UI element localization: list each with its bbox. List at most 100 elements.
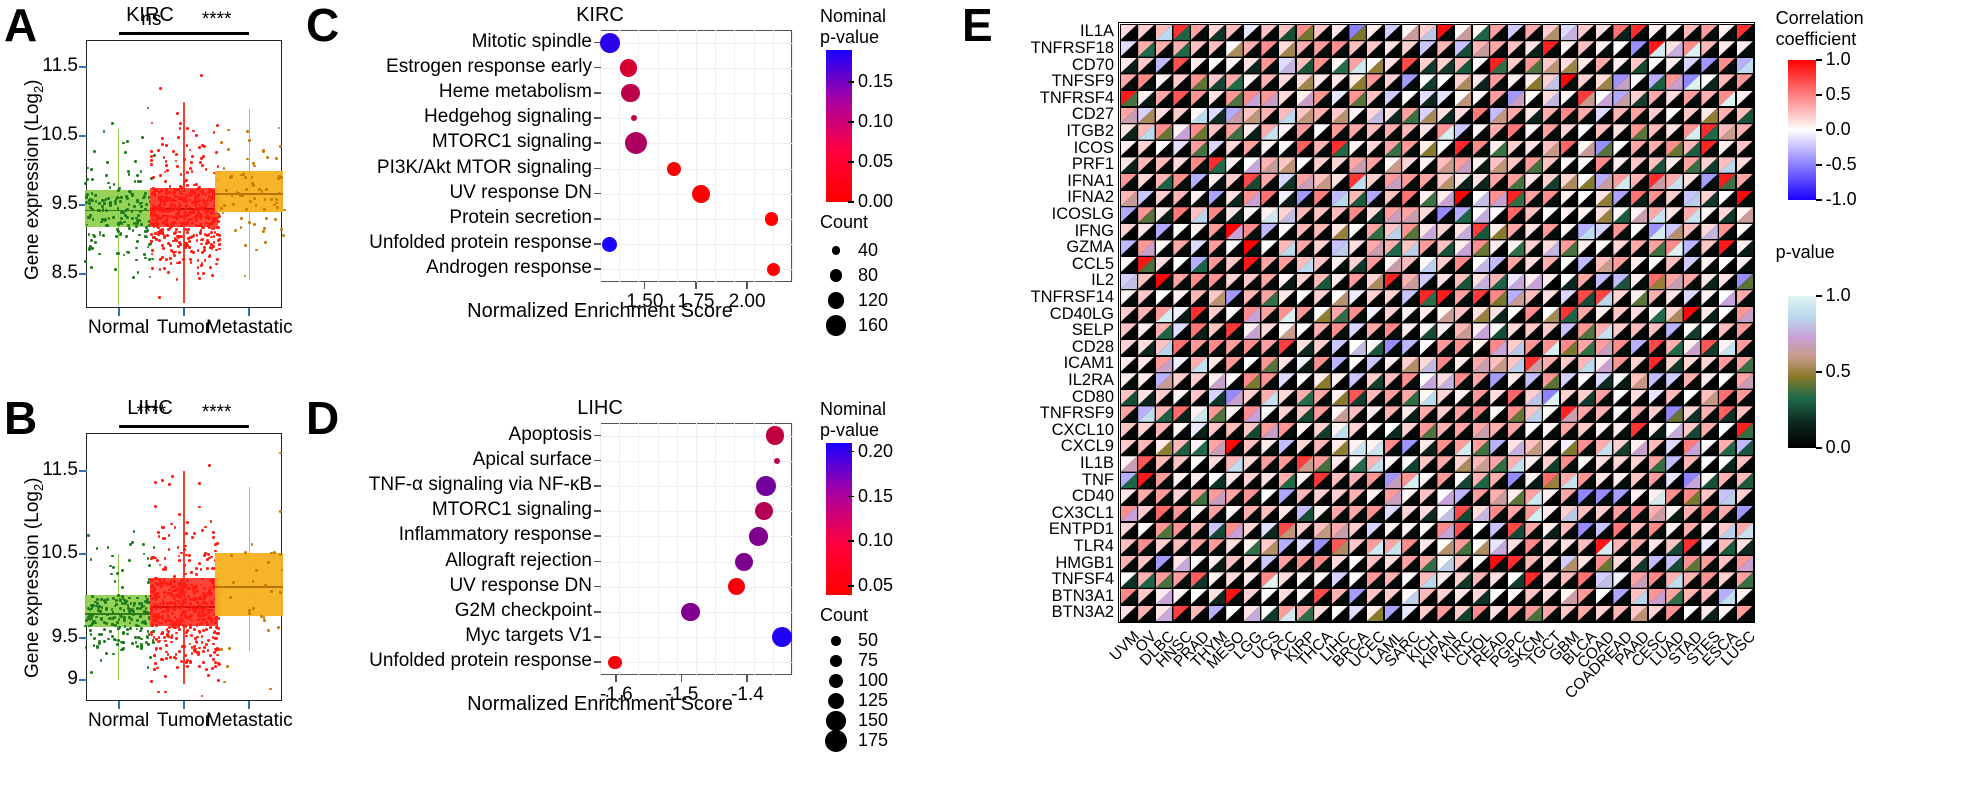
heatmap-cell[interactable] [1314, 25, 1330, 40]
heatmap-cell[interactable] [1332, 323, 1348, 338]
heatmap-cell[interactable] [1420, 124, 1436, 139]
heatmap-cell[interactable] [1455, 473, 1471, 488]
heatmap-cell[interactable] [1684, 174, 1700, 189]
heatmap-cell[interactable] [1314, 290, 1330, 305]
heatmap-cell[interactable] [1508, 91, 1524, 106]
heatmap-cell[interactable] [1473, 174, 1489, 189]
heatmap-cell[interactable] [1455, 191, 1471, 206]
heatmap-cell[interactable] [1121, 141, 1137, 156]
heatmap-cell[interactable] [1508, 257, 1524, 272]
heatmap-cell[interactable] [1490, 257, 1506, 272]
heatmap-cell[interactable] [1543, 58, 1559, 73]
heatmap-cell[interactable] [1701, 240, 1717, 255]
heatmap-cell[interactable] [1191, 373, 1207, 388]
heatmap-cell[interactable] [1631, 91, 1647, 106]
heatmap-cell[interactable] [1666, 323, 1682, 338]
heatmap-cell[interactable] [1138, 41, 1154, 56]
heatmap-cell[interactable] [1349, 141, 1365, 156]
heatmap-cell[interactable] [1332, 489, 1348, 504]
heatmap-cell[interactable] [1244, 489, 1260, 504]
heatmap-cell[interactable] [1578, 456, 1594, 471]
heatmap-cell[interactable] [1420, 58, 1436, 73]
heatmap-cell[interactable] [1402, 240, 1418, 255]
heatmap-cell[interactable] [1613, 274, 1629, 289]
heatmap-cell[interactable] [1385, 108, 1401, 123]
heatmap-cell[interactable] [1420, 423, 1436, 438]
heatmap-cell[interactable] [1121, 157, 1137, 172]
heatmap-cell[interactable] [1473, 406, 1489, 421]
heatmap-cell[interactable] [1226, 108, 1242, 123]
heatmap-cell[interactable] [1173, 357, 1189, 372]
heatmap-cell[interactable] [1420, 157, 1436, 172]
heatmap-cell[interactable] [1261, 274, 1277, 289]
heatmap-cell[interactable] [1261, 108, 1277, 123]
heatmap-cell[interactable] [1666, 191, 1682, 206]
heatmap-cell[interactable] [1420, 506, 1436, 521]
heatmap-cell[interactable] [1666, 357, 1682, 372]
heatmap-cell[interactable] [1156, 489, 1172, 504]
heatmap-cell[interactable] [1437, 108, 1453, 123]
heatmap-cell[interactable] [1701, 174, 1717, 189]
heatmap-cell[interactable] [1578, 157, 1594, 172]
heatmap-cell[interactable] [1121, 323, 1137, 338]
heatmap-cell[interactable] [1332, 58, 1348, 73]
heatmap-cell[interactable] [1138, 157, 1154, 172]
heatmap-cell[interactable] [1385, 25, 1401, 40]
heatmap-cell[interactable] [1314, 207, 1330, 222]
heatmap-cell[interactable] [1402, 91, 1418, 106]
heatmap-cell[interactable] [1701, 91, 1717, 106]
heatmap-cell[interactable] [1261, 91, 1277, 106]
heatmap-cell[interactable] [1455, 174, 1471, 189]
heatmap-cell[interactable] [1437, 141, 1453, 156]
heatmap-cell[interactable] [1332, 506, 1348, 521]
heatmap-cell[interactable] [1701, 290, 1717, 305]
heatmap-cell[interactable] [1173, 506, 1189, 521]
heatmap-cell[interactable] [1596, 174, 1612, 189]
heatmap-cell[interactable] [1701, 74, 1717, 89]
heatmap-cell[interactable] [1437, 307, 1453, 322]
heatmap-cell[interactable] [1525, 357, 1541, 372]
heatmap-cell[interactable] [1490, 74, 1506, 89]
heatmap-cell[interactable] [1649, 307, 1665, 322]
heatmap-cell[interactable] [1596, 74, 1612, 89]
heatmap-cell[interactable] [1490, 174, 1506, 189]
heatmap-cell[interactable] [1349, 207, 1365, 222]
heatmap-cell[interactable] [1349, 274, 1365, 289]
heatmap-cell[interactable] [1349, 257, 1365, 272]
heatmap-cell[interactable] [1138, 224, 1154, 239]
heatmap-cell[interactable] [1490, 274, 1506, 289]
heatmap-cell[interactable] [1349, 406, 1365, 421]
heatmap-cell[interactable] [1684, 257, 1700, 272]
heatmap-cell[interactable] [1332, 224, 1348, 239]
heatmap-cell[interactable] [1385, 390, 1401, 405]
heatmap-cell[interactable] [1367, 224, 1383, 239]
heatmap-cell[interactable] [1402, 473, 1418, 488]
heatmap-cell[interactable] [1666, 240, 1682, 255]
heatmap-cell[interactable] [1666, 406, 1682, 421]
heatmap-cell[interactable] [1402, 489, 1418, 504]
heatmap-cell[interactable] [1173, 41, 1189, 56]
heatmap-cell[interactable] [1297, 440, 1313, 455]
heatmap-cell[interactable] [1121, 25, 1137, 40]
heatmap-cell[interactable] [1349, 58, 1365, 73]
heatmap-cell[interactable] [1525, 157, 1541, 172]
heatmap-cell[interactable] [1332, 307, 1348, 322]
heatmap-cell[interactable] [1261, 423, 1277, 438]
heatmap-cell[interactable] [1437, 207, 1453, 222]
heatmap-cell[interactable] [1437, 323, 1453, 338]
heatmap-cell[interactable] [1666, 25, 1682, 40]
heatmap-cell[interactable] [1297, 456, 1313, 471]
heatmap-cell[interactable] [1455, 141, 1471, 156]
heatmap-cell[interactable] [1156, 406, 1172, 421]
heatmap-cell[interactable] [1349, 224, 1365, 239]
heatmap-cell[interactable] [1367, 323, 1383, 338]
heatmap-cell[interactable] [1508, 373, 1524, 388]
heatmap-cell[interactable] [1279, 25, 1295, 40]
heatmap-cell[interactable] [1385, 240, 1401, 255]
heatmap-cell[interactable] [1191, 489, 1207, 504]
heatmap-cell[interactable] [1314, 489, 1330, 504]
heatmap-cell[interactable] [1156, 240, 1172, 255]
heatmap-cell[interactable] [1226, 157, 1242, 172]
heatmap-cell[interactable] [1508, 191, 1524, 206]
heatmap-cell[interactable] [1490, 323, 1506, 338]
